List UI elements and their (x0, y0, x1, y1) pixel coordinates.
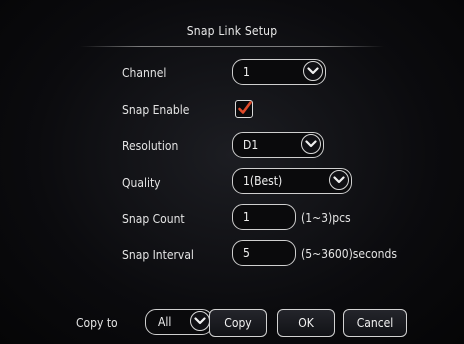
quality-label: Quality (122, 176, 161, 190)
chevron-down-icon[interactable] (303, 61, 323, 81)
copy-to-select[interactable]: All (145, 309, 213, 335)
resolution-label: Resolution (122, 139, 179, 153)
snap-enable-label: Snap Enable (122, 103, 190, 117)
resolution-select[interactable]: D1 (232, 132, 324, 158)
copy-to-value: All (158, 315, 172, 329)
resolution-value: D1 (243, 138, 259, 152)
dialog-title: Snap Link Setup (186, 24, 278, 38)
snap-interval-value: 5 (243, 246, 250, 260)
snap-interval-input[interactable]: 5 (232, 240, 296, 266)
copy-button[interactable]: Copy (209, 309, 267, 337)
cancel-button[interactable]: Cancel (343, 309, 407, 337)
channel-select[interactable]: 1 (232, 59, 326, 85)
snap-count-value: 1 (243, 210, 250, 224)
checkmark-icon (238, 101, 252, 114)
channel-value: 1 (243, 65, 250, 79)
snap-count-label: Snap Count (122, 212, 185, 226)
snap-link-setup-dialog: Snap Link Setup Channel 1 Snap Enable Re… (0, 0, 464, 344)
snap-enable-checkbox[interactable] (235, 100, 253, 118)
chevron-down-icon[interactable] (329, 170, 349, 190)
copy-to-label: Copy to (76, 316, 118, 330)
snap-count-input[interactable]: 1 (232, 204, 296, 230)
quality-value: 1(Best) (243, 174, 283, 188)
snap-interval-label: Snap Interval (122, 248, 194, 262)
channel-label: Channel (122, 66, 167, 80)
snap-interval-range: (5~3600)seconds (301, 247, 397, 261)
quality-select[interactable]: 1(Best) (232, 168, 352, 194)
title-divider (80, 46, 384, 47)
chevron-down-icon[interactable] (190, 311, 210, 331)
ok-button[interactable]: OK (277, 309, 335, 337)
snap-count-range: (1~3)pcs (301, 211, 351, 225)
chevron-down-icon[interactable] (301, 134, 321, 154)
